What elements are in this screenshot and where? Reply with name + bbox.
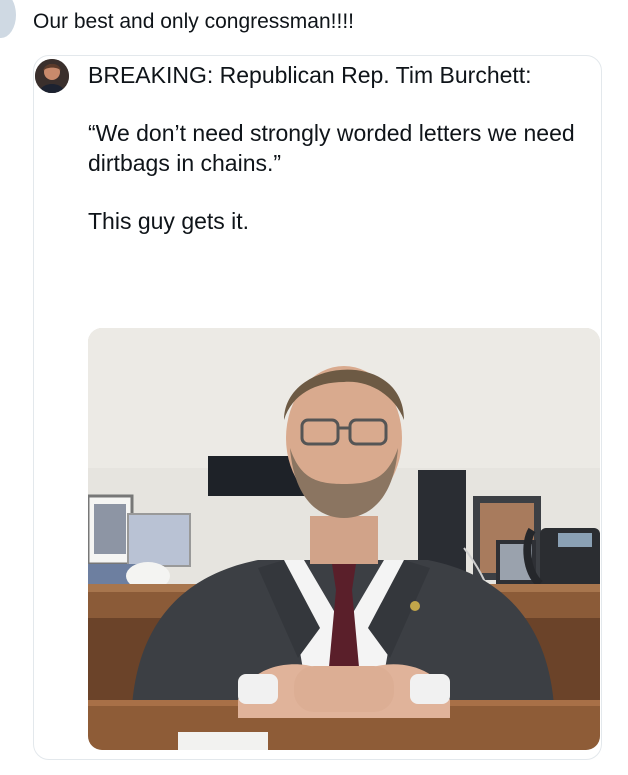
tweet: Our best and only congressman!!!! BREAKI…	[0, 0, 628, 775]
user-avatar[interactable]	[0, 0, 16, 38]
quote-paragraph-1: BREAKING: Republican Rep. Tim Burchett:	[88, 62, 532, 88]
quote-paragraph-3: This guy gets it.	[88, 208, 250, 234]
quoted-post-text: BREAKING: Republican Rep. Tim Burchett: …	[88, 60, 588, 264]
quote-paragraph-2: “We don’t need strongly worded letters w…	[88, 120, 575, 176]
quoted-user-avatar[interactable]	[35, 59, 69, 93]
post-text: Our best and only congressman!!!!	[33, 10, 354, 33]
quoted-post-card[interactable]: BREAKING: Republican Rep. Tim Burchett: …	[33, 55, 602, 760]
post-photo[interactable]	[88, 328, 600, 750]
